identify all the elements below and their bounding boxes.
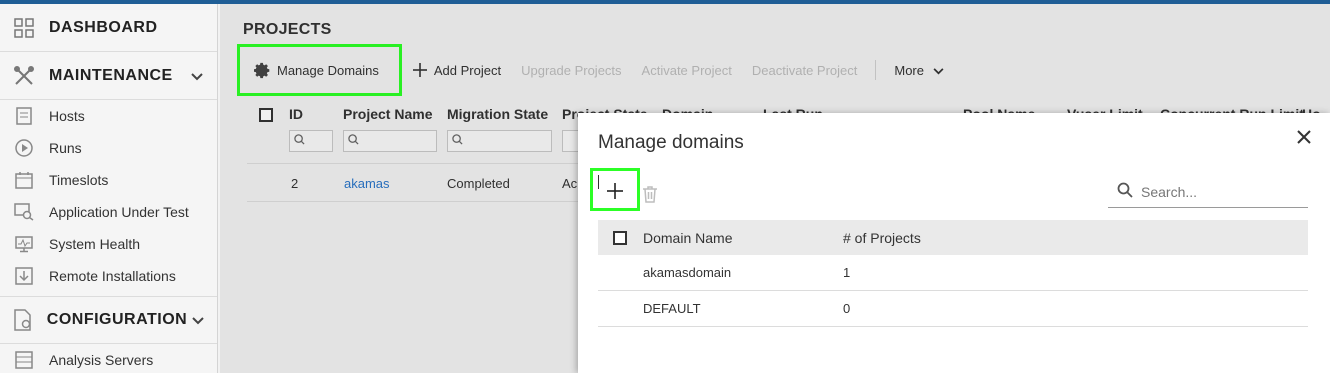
sidebar-section-configuration[interactable]: CONFIGURATION (0, 296, 217, 344)
play-icon (14, 138, 34, 158)
sidebar-item-label: Analysis Servers (49, 352, 154, 368)
sidebar-item-label: Runs (49, 140, 82, 156)
domains-table-header: Domain Name # of Projects (598, 220, 1308, 255)
calendar-icon (14, 170, 34, 190)
config-icon (12, 308, 34, 332)
chevron-down-icon[interactable] (187, 312, 209, 328)
domain-search-box (1108, 177, 1308, 208)
sidebar: DASHBOARD MAINTENANCE Hosts Runs Timeslo… (0, 4, 218, 373)
app-search-icon (14, 202, 34, 222)
domain-search-input[interactable] (1141, 184, 1301, 200)
server-icon (14, 106, 34, 126)
grid-icon (12, 16, 36, 40)
search-icon (1117, 182, 1133, 203)
tools-icon (12, 64, 36, 88)
sidebar-item-label: System Health (49, 236, 141, 252)
sidebar-item-timeslots[interactable]: Timeslots (0, 164, 217, 196)
column-header-domain-name[interactable]: Domain Name (643, 230, 732, 246)
download-icon (14, 266, 34, 286)
sidebar-section-label: DASHBOARD (49, 18, 158, 36)
add-domain-button[interactable] (590, 168, 640, 211)
sidebar-item-label: Remote Installations (49, 268, 176, 284)
column-header-project-count[interactable]: # of Projects (843, 230, 921, 246)
sidebar-item-runs[interactable]: Runs (0, 132, 217, 164)
table-row[interactable]: akamasdomain 1 (598, 255, 1308, 291)
dialog-title: Manage domains (598, 132, 744, 153)
domains-table: Domain Name # of Projects akamasdomain 1… (598, 220, 1308, 327)
sidebar-item-label: Timeslots (49, 172, 109, 188)
sidebar-item-remote-installations[interactable]: Remote Installations (0, 260, 217, 292)
cell-project-count: 1 (843, 265, 851, 280)
sidebar-section-maintenance[interactable]: MAINTENANCE (0, 52, 217, 100)
servers-icon (14, 350, 34, 370)
manage-domains-dialog: Manage domains Domain Name # of Projects… (578, 113, 1330, 373)
trash-icon (642, 186, 658, 207)
cell-domain-name: DEFAULT (643, 301, 701, 316)
sidebar-item-label: Application Under Test (49, 204, 189, 220)
sidebar-item-analysis-servers[interactable]: Analysis Servers (0, 344, 217, 373)
delete-domain-button[interactable] (642, 185, 660, 205)
monitor-icon (14, 234, 34, 254)
cell-domain-name: akamasdomain (643, 265, 732, 280)
sidebar-item-application-under-test[interactable]: Application Under Test (0, 196, 217, 228)
close-icon[interactable] (1294, 127, 1314, 147)
sidebar-item-label: Hosts (49, 108, 85, 124)
plus-icon (605, 173, 625, 206)
select-all-domains-checkbox[interactable] (613, 230, 627, 245)
sidebar-section-label: CONFIGURATION (46, 311, 188, 328)
sidebar-item-system-health[interactable]: System Health (0, 228, 217, 260)
table-row[interactable]: DEFAULT 0 (598, 291, 1308, 327)
cell-project-count: 0 (843, 301, 851, 316)
sidebar-section-label: MAINTENANCE (49, 66, 173, 84)
chevron-down-icon[interactable] (185, 68, 209, 84)
sidebar-item-hosts[interactable]: Hosts (0, 100, 217, 132)
sidebar-section-dashboard[interactable]: DASHBOARD (0, 4, 217, 52)
